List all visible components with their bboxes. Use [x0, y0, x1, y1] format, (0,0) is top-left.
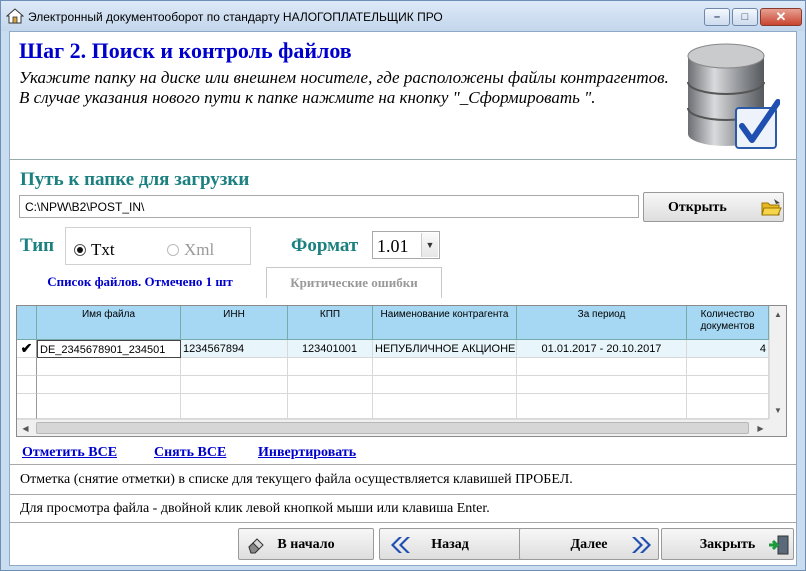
- column-header-count[interactable]: Количество документов: [687, 306, 769, 340]
- tab-critical-errors[interactable]: Критические ошибки: [266, 267, 442, 298]
- type-label: Тип: [20, 235, 55, 256]
- column-header-name[interactable]: Наименование контрагента: [373, 306, 517, 340]
- scroll-down-icon[interactable]: ▼: [770, 402, 786, 419]
- app-icon: [6, 8, 24, 24]
- scroll-corner: [769, 419, 786, 436]
- back-button-label: Назад: [431, 537, 469, 552]
- cell-inn[interactable]: 1234567894: [181, 340, 288, 358]
- cell-period[interactable]: 01.01.2017 - 20.10.2017: [517, 340, 687, 358]
- back-button[interactable]: Назад: [379, 528, 521, 560]
- close-button[interactable]: Закрыть: [661, 528, 794, 560]
- open-folder-button[interactable]: Открыть: [643, 192, 784, 222]
- column-header-kpp[interactable]: КПП: [288, 306, 373, 340]
- column-header-period[interactable]: За период: [517, 306, 687, 340]
- window-title: Электронный документооборот по стандарту…: [28, 10, 443, 24]
- marking-hint: Отметка (снятие отметки) в списке для те…: [20, 472, 573, 487]
- divider: [10, 522, 796, 523]
- scroll-thumb[interactable]: [36, 422, 749, 434]
- database-check-icon: [687, 43, 780, 149]
- cell-name[interactable]: НЕПУБЛИЧНОЕ АКЦИОНЕ: [373, 340, 517, 358]
- double-chevron-right-icon: [632, 537, 651, 553]
- next-button[interactable]: Далее: [519, 528, 659, 560]
- close-window-button[interactable]: ✕: [760, 8, 802, 26]
- step-title: Шаг 2. Поиск и контроль файлов: [19, 38, 352, 63]
- maximize-button[interactable]: □: [732, 8, 758, 26]
- scroll-left-icon[interactable]: ◀: [17, 420, 34, 436]
- row-header-corner: [17, 306, 37, 340]
- clear-all-link[interactable]: Снять ВСЕ: [154, 445, 226, 461]
- vertical-scrollbar[interactable]: ▲ ▼: [769, 306, 786, 419]
- type-radio-txt[interactable]: Txt: [74, 240, 115, 260]
- cell-file[interactable]: DE_2345678901_234501: [37, 340, 181, 358]
- chevron-down-icon[interactable]: ▼: [421, 233, 438, 257]
- divider: [10, 464, 796, 465]
- open-button-label: Открыть: [668, 200, 727, 215]
- divider: [10, 494, 796, 495]
- cell-kpp[interactable]: 123401001: [288, 340, 373, 358]
- format-value: 1.01: [377, 236, 409, 256]
- horizontal-scrollbar[interactable]: ◀ ▶: [17, 419, 769, 436]
- tab-file-list[interactable]: Список файлов. Отмечено 1 шт: [16, 265, 264, 298]
- step-description: Укажите папку на диске или внешнем носит…: [19, 68, 669, 107]
- column-header-file[interactable]: Имя файла: [37, 306, 181, 340]
- scroll-up-icon[interactable]: ▲: [770, 306, 786, 323]
- path-label: Путь к папке для загрузки: [20, 169, 250, 190]
- exit-door-icon: [769, 535, 789, 555]
- step-header: Шаг 2. Поиск и контроль файлов Укажите п…: [10, 32, 796, 160]
- type-option-label: Txt: [91, 240, 115, 259]
- folder-path-input[interactable]: [19, 195, 639, 218]
- minimize-button[interactable]: –: [704, 8, 730, 26]
- app-window: Электронный документооборот по стандарту…: [0, 0, 806, 571]
- cell-count[interactable]: 4: [687, 340, 769, 358]
- select-all-link[interactable]: Отметить ВСЕ: [22, 445, 117, 461]
- column-header-inn[interactable]: ИНН: [181, 306, 288, 340]
- radio-empty-icon: [167, 244, 179, 256]
- scroll-right-icon[interactable]: ▶: [752, 420, 769, 436]
- folder-open-icon: [761, 199, 782, 216]
- home-button-label: В начало: [277, 537, 335, 552]
- title-bar[interactable]: Электронный документооборот по стандарту…: [1, 1, 805, 31]
- format-label: Формат: [291, 235, 359, 256]
- radio-selected-icon: [74, 244, 86, 256]
- home-button[interactable]: В начало: [238, 528, 374, 560]
- format-select[interactable]: 1.01 ▼: [372, 231, 440, 259]
- type-radio-xml[interactable]: Xml: [167, 240, 214, 260]
- invert-selection-link[interactable]: Инвертировать: [258, 445, 356, 461]
- main-panel: Шаг 2. Поиск и контроль файлов Укажите п…: [9, 31, 797, 566]
- row-check-icon[interactable]: ✔: [17, 340, 37, 358]
- files-table[interactable]: Имя файла ИНН КПП Наименование контраген…: [16, 305, 787, 437]
- view-hint: Для просмотра файла - двойной клик левой…: [20, 501, 490, 516]
- type-option-label: Xml: [184, 240, 215, 259]
